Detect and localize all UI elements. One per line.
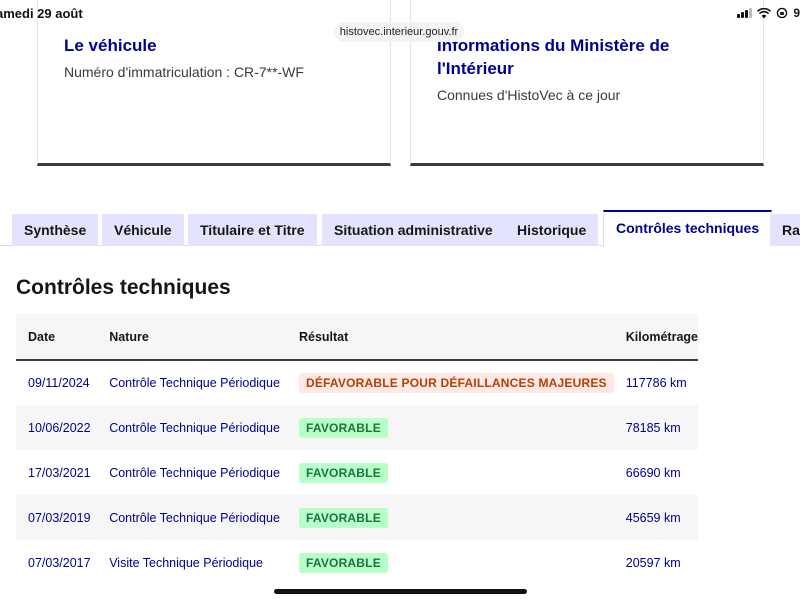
result-badge: FAVORABLE [298, 462, 388, 483]
cell-date: 07/03/2017 [28, 555, 91, 570]
cell-date: 09/11/2024 [28, 376, 90, 390]
cell-nature: Contrôle Technique Périodique [97, 495, 287, 540]
cell-resultat: DÉFAVORABLE POUR DÉFAILLANCES MAJEURES [287, 360, 614, 405]
tab-vehicule[interactable]: Véhicule [102, 214, 184, 246]
cell-kilometrage: 66690 km [625, 465, 681, 480]
table-header-row: Date Nature Résultat Kilométrage [16, 314, 698, 361]
vehicle-card-title[interactable]: Le véhicule [64, 34, 157, 57]
column-header-resultat: Résultat [286, 314, 614, 361]
cell-nature: Contrôle Technique Périodique [109, 376, 280, 390]
column-header-date: Date [16, 314, 98, 361]
signal-icon [737, 8, 753, 18]
table-row: 09/11/2024 Contrôle Technique Périodique… [16, 360, 698, 405]
cell-kilometrage: 117786 km [625, 376, 687, 390]
address-bar[interactable]: histovec.interieur.gouv.fr [334, 22, 464, 42]
result-badge: FAVORABLE [298, 552, 388, 573]
tab-panel-controles-techniques: Contrôles techniques Date Nature Résulta… [0, 246, 800, 600]
tab-synthese[interactable]: Synthèse [12, 214, 99, 246]
wifi-icon [757, 7, 772, 18]
status-time-date: amedi 29 août [0, 6, 83, 21]
home-indicator[interactable] [274, 589, 527, 594]
cell-nature: Contrôle Technique Périodique [97, 405, 287, 450]
table-row: 07/03/2019 Contrôle Technique Périodique… [16, 495, 698, 540]
tab-historique[interactable]: Historique [505, 214, 599, 246]
section-title: Contrôles techniques [16, 276, 231, 299]
cell-date: 17/03/2021 [28, 465, 91, 480]
tab-controles-techniques[interactable]: Contrôles techniques [603, 210, 773, 247]
tab-situation-administrative[interactable]: Situation administrative [322, 214, 505, 246]
cell-date: 07/03/2019 [16, 495, 98, 540]
column-header-kilometrage: Kilométrage [613, 314, 698, 361]
result-badge: FAVORABLE [298, 507, 388, 528]
tab-list: Synthèse Véhicule Titulaire et Titre Sit… [0, 210, 800, 247]
rotation-lock-icon [777, 7, 788, 19]
table-row: 17/03/2021 Contrôle Technique Périodique… [16, 450, 698, 495]
ministry-card-title[interactable]: Informations du Ministère de l'Intérieur [437, 34, 697, 80]
result-badge: DÉFAVORABLE POUR DÉFAILLANCES MAJEURES [298, 373, 614, 393]
vehicle-card-description: Numéro d'immatriculation : CR-7**-WF [64, 64, 304, 80]
tab-titulaire-titre[interactable]: Titulaire et Titre [188, 214, 317, 246]
ministry-card-description: Connues d'HistoVec à ce jour [437, 87, 621, 103]
result-badge: FAVORABLE [298, 417, 388, 438]
table-row: 10/06/2022 Contrôle Technique Périodique… [16, 405, 698, 450]
cell-kilometrage: 78185 km [613, 405, 698, 450]
cell-resultat: FAVORABLE [286, 405, 614, 450]
cell-resultat: FAVORABLE [287, 450, 614, 495]
cell-nature: Visite Technique Périodique [109, 555, 264, 570]
cell-resultat: FAVORABLE [287, 540, 614, 585]
status-indicators: 9 [737, 6, 800, 20]
controles-table: Date Nature Résultat Kilométrage 09/11/2… [16, 314, 698, 585]
table-row: 07/03/2017 Visite Technique Périodique F… [16, 540, 698, 585]
cell-date: 10/06/2022 [16, 405, 98, 450]
cell-nature: Contrôle Technique Périodique [109, 465, 280, 480]
cell-kilometrage: 45659 km [613, 495, 698, 540]
cell-kilometrage: 20597 km [625, 555, 681, 570]
battery-percentage: 9 [793, 6, 800, 20]
tab-rapport[interactable]: Rap [770, 214, 800, 246]
column-header-nature: Nature [97, 314, 287, 361]
cell-resultat: FAVORABLE [286, 495, 614, 540]
